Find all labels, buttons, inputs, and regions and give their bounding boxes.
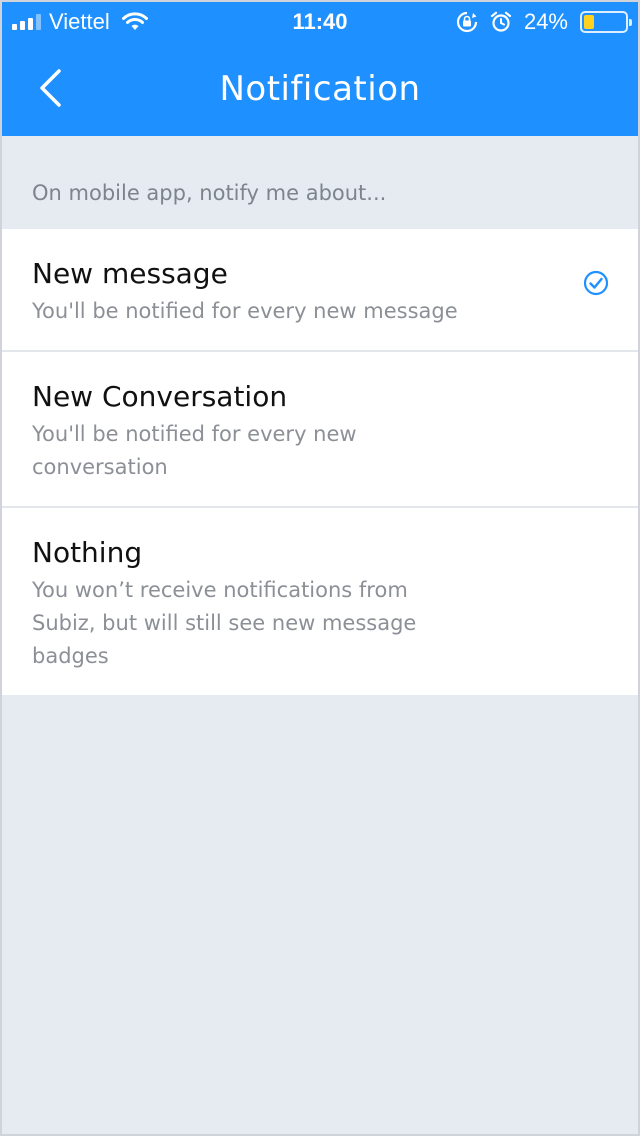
notification-screen: Viettel 11:40 24% Notification On mobile… [0,0,640,1136]
option-title: Nothing [32,536,143,569]
status-right: 24% [456,9,632,35]
option-new-message[interactable]: New message You'll be notified for every… [2,229,638,352]
section-header: On mobile app, notify me about... [2,136,638,229]
checkmark-icon [583,270,609,296]
rotation-lock-icon [456,11,478,33]
option-new-conversation[interactable]: New Conversation You'll be notified for … [2,352,638,508]
option-title: New message [32,257,228,290]
option-title: New Conversation [32,380,288,413]
page-title: Notification [219,69,421,109]
section-header-label: On mobile app, notify me about... [32,181,387,205]
battery-level [584,15,594,29]
battery-icon [580,11,632,33]
nav-bar: Notification [2,42,638,136]
option-description: You'll be notified for every new message [32,299,458,323]
battery-percent: 24% [523,9,568,34]
app-header: Viettel 11:40 24% Notification [2,2,638,136]
status-bar: Viettel 11:40 24% [2,2,638,42]
option-description: You won’t receive notifications from Sub… [32,578,417,668]
notification-options-list: New message You'll be notified for every… [2,229,638,695]
alarm-icon [490,11,512,32]
option-nothing[interactable]: Nothing You won’t receive notifications … [2,508,638,695]
option-description: You'll be notified for every new convers… [32,422,357,479]
